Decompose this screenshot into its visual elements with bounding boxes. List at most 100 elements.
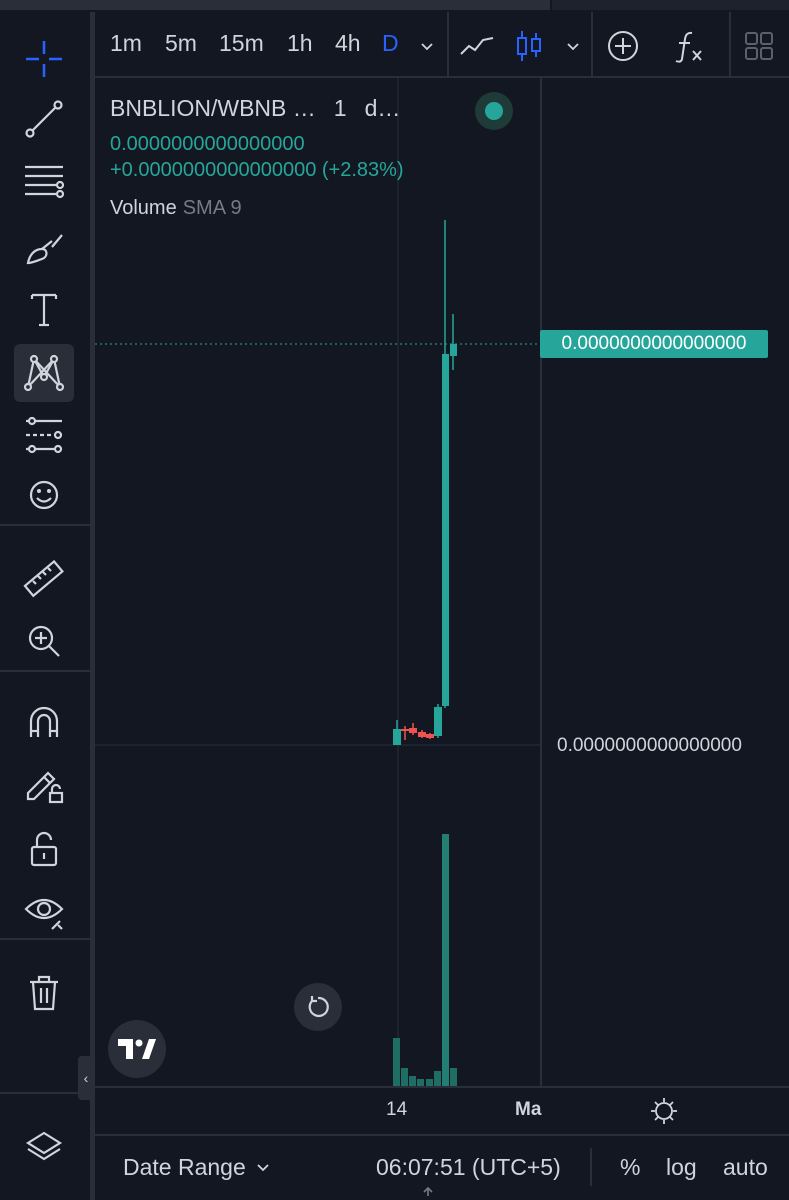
fib-icon xyxy=(25,165,65,199)
layers-tool[interactable] xyxy=(14,1118,74,1176)
header-separator xyxy=(447,12,449,78)
text-icon xyxy=(30,293,58,327)
compare-button[interactable] xyxy=(601,24,645,68)
left-toolbar xyxy=(0,12,90,1200)
ruler-tool[interactable] xyxy=(14,550,74,608)
emoji-tool[interactable] xyxy=(14,466,74,524)
brush-icon xyxy=(26,234,63,265)
volume-bar xyxy=(450,1068,457,1086)
time-axis[interactable] xyxy=(95,1086,789,1134)
candle xyxy=(442,220,449,708)
pattern-tool[interactable] xyxy=(14,344,74,402)
top-strip xyxy=(0,0,789,12)
text-tool[interactable] xyxy=(14,280,74,338)
volume-bars xyxy=(393,834,457,1086)
lock-drawing-tool[interactable] xyxy=(14,756,74,814)
chevron-down-icon xyxy=(567,43,579,51)
clock-timezone[interactable]: 06:07:51 (UTC+5) xyxy=(376,1154,561,1181)
pattern-icon xyxy=(23,354,65,392)
settings-gear-icon[interactable] xyxy=(650,1097,678,1125)
trash-tool[interactable] xyxy=(14,964,74,1022)
volume-bar xyxy=(409,1076,416,1086)
symbol-name: BNBLION/WBNB … xyxy=(110,95,316,121)
candles xyxy=(393,220,457,745)
emoji-icon xyxy=(29,480,59,510)
unlock-icon xyxy=(30,831,58,867)
candle xyxy=(409,723,417,735)
legend-price: 0.0000000000000000 xyxy=(110,133,305,155)
bottom-separator xyxy=(590,1148,592,1186)
toolbar-separator xyxy=(0,670,90,672)
last-price-tag: 0.0000000000000000 xyxy=(540,330,768,358)
auto-scale-toggle[interactable]: auto xyxy=(723,1154,768,1181)
eye-icon xyxy=(24,898,64,930)
tradingview-logo[interactable] xyxy=(108,1020,166,1078)
toolbar-separator xyxy=(0,938,90,940)
unlock-tool[interactable] xyxy=(14,820,74,878)
line-chart-button[interactable] xyxy=(455,24,499,68)
symbol-interval: 1 xyxy=(333,95,347,121)
trend-line-tool[interactable] xyxy=(14,90,74,148)
volume-sma-label: SMA 9 xyxy=(182,197,242,219)
time-label: Ma xyxy=(515,1099,542,1120)
grid-layout-icon xyxy=(745,32,773,60)
brush-tool[interactable] xyxy=(14,218,74,276)
log-scale-toggle[interactable]: log xyxy=(666,1154,697,1181)
timeframe-d[interactable]: D xyxy=(382,30,399,57)
candle xyxy=(450,314,457,370)
reset-icon xyxy=(308,996,329,1018)
candle xyxy=(426,733,434,739)
candle xyxy=(418,730,426,738)
crosshair-tool[interactable] xyxy=(14,30,74,88)
fib-tool[interactable] xyxy=(14,152,74,210)
timeframe-1m[interactable]: 1m xyxy=(110,30,142,57)
volume-bar xyxy=(442,834,449,1086)
timeframe-15m[interactable]: 15m xyxy=(219,30,264,57)
toolbar-separator xyxy=(0,1092,90,1094)
candlestick-icon xyxy=(517,31,541,61)
volume-legend[interactable]: Volume SMA 9 xyxy=(110,197,242,220)
header-separator xyxy=(591,12,593,78)
crosshair-icon xyxy=(26,41,62,77)
market-status-indicator[interactable] xyxy=(475,92,513,130)
magnet-icon xyxy=(29,706,59,737)
timeframe-dropdown[interactable] xyxy=(407,24,447,68)
chart-pane[interactable] xyxy=(95,78,540,1086)
price-axis[interactable] xyxy=(540,78,789,1086)
layers-icon xyxy=(25,1131,63,1161)
forecast-icon xyxy=(26,416,63,454)
toolbar-separator xyxy=(0,524,90,526)
volume-bar xyxy=(434,1071,441,1086)
candles-button[interactable] xyxy=(507,24,551,68)
volume-bar xyxy=(426,1079,433,1086)
percent-scale-toggle[interactable]: % xyxy=(620,1154,640,1181)
layout-button[interactable] xyxy=(737,24,781,68)
price-tick-label: 0.0000000000000000 xyxy=(557,735,742,756)
chart-type-dropdown[interactable] xyxy=(553,24,593,68)
function-icon xyxy=(675,31,702,63)
timeframe-5m[interactable]: 5m xyxy=(165,30,197,57)
timeframe-1h[interactable]: 1h xyxy=(287,30,313,57)
indicators-button[interactable] xyxy=(667,24,711,68)
symbol-legend[interactable]: BNBLION/WBNB … 1 d… xyxy=(110,95,400,122)
timeframe-4h[interactable]: 4h xyxy=(335,30,361,57)
eye-tool[interactable] xyxy=(14,882,74,940)
chevron-down-icon xyxy=(257,1164,269,1172)
volume-bar xyxy=(393,1038,400,1086)
zoom-in-tool[interactable] xyxy=(14,612,74,670)
reset-chart-button[interactable] xyxy=(294,983,342,1031)
top-strip-right xyxy=(552,0,789,10)
date-range-button[interactable]: Date Range xyxy=(123,1154,246,1181)
legend-change: +0.0000000000000000 (+2.83%) xyxy=(110,159,404,181)
magnet-tool[interactable] xyxy=(14,694,74,752)
symbol-exchange: d… xyxy=(364,95,401,121)
candle xyxy=(393,720,401,745)
chevron-down-icon xyxy=(421,43,433,51)
candle xyxy=(401,726,409,740)
forecast-tool[interactable] xyxy=(14,406,74,464)
ruler-icon xyxy=(23,559,64,598)
header-toolbar: 1m 5m 15m 1h 4h D xyxy=(95,12,789,78)
collapse-toolbar-button[interactable]: ‹ xyxy=(78,1056,94,1100)
top-strip-left xyxy=(0,0,550,10)
candlestick-chart xyxy=(95,78,540,1086)
